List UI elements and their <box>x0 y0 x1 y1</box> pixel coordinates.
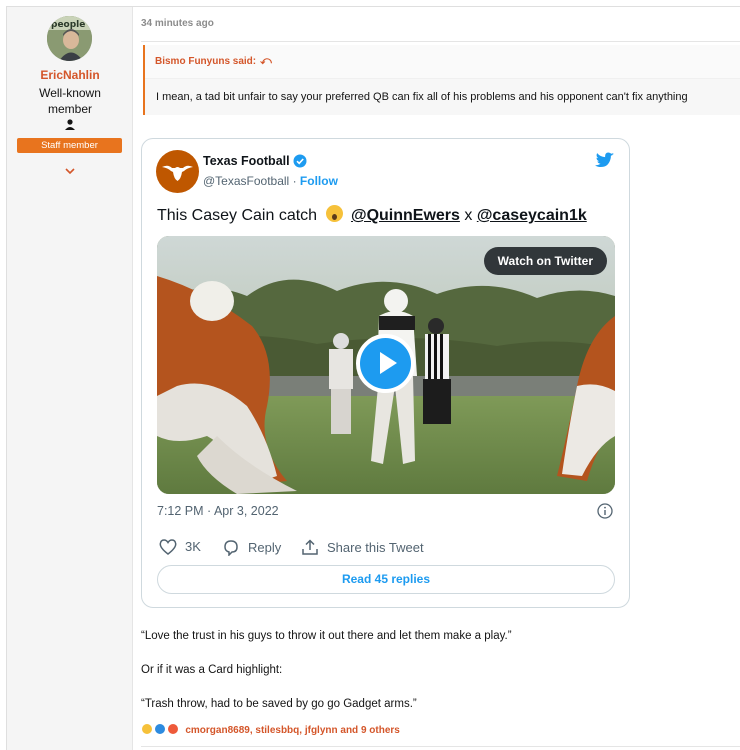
post-body: 34 minutes ago Bismo Funyuns said: ⤺ I me… <box>134 7 740 750</box>
laugh-emoji-icon[interactable] <box>141 723 153 735</box>
reaction-users[interactable]: cmorgan8689, stilesbbq, jfglynn and 9 ot… <box>185 725 400 736</box>
message-line-1: “Love the trust in his guys to throw it … <box>141 630 512 642</box>
user-title-line2: member <box>47 102 92 116</box>
username-link[interactable]: EricNahlin <box>7 68 133 82</box>
reply-label: Reply <box>248 540 282 555</box>
post-timestamp[interactable]: 34 minutes ago <box>141 18 214 29</box>
quote-block: Bismo Funyuns said: ⤺ I mean, a tad bit u… <box>143 45 740 115</box>
tweet-handle[interactable]: @TexasFootball <box>203 174 289 188</box>
user-sidebar: people EricNahlin Well-known member Staf… <box>7 7 133 750</box>
tweet-handle-row: @TexasFootball · Follow <box>203 174 338 188</box>
message-frame: people EricNahlin Well-known member Staf… <box>6 6 740 750</box>
share-label: Share this Tweet <box>327 540 424 555</box>
svg-text:people: people <box>51 20 85 30</box>
like-icon[interactable] <box>153 723 166 735</box>
love-emoji-icon[interactable] <box>166 723 179 735</box>
verified-badge-icon <box>293 154 307 168</box>
tweet-author-name[interactable]: Texas Football <box>203 154 290 168</box>
follow-link[interactable]: Follow <box>300 174 338 188</box>
twitter-bird-icon[interactable] <box>595 152 615 169</box>
like-count: 3K <box>185 539 201 554</box>
tweet-date[interactable]: 7:12 PM · Apr 3, 2022 <box>157 504 279 518</box>
play-button-icon[interactable] <box>356 334 415 393</box>
mention-quinnewers[interactable]: @QuinnEwers <box>351 207 460 224</box>
tweet-text-prefix: This Casey Cain catch <box>157 207 318 224</box>
astonished-emoji-icon <box>325 205 343 222</box>
share-action[interactable]: Share this Tweet <box>301 539 424 556</box>
quote-header[interactable]: Bismo Funyuns said: ⤺ <box>145 45 740 79</box>
divider <box>141 41 740 42</box>
heart-icon <box>159 539 177 555</box>
quote-text: I mean, a tad bit unfair to say your pre… <box>145 79 740 115</box>
mention-caseycain1k[interactable]: @caseycain1k <box>477 207 587 224</box>
reply-bubble-icon <box>224 540 238 557</box>
message-line-2: Or if it was a Card highlight: <box>141 664 283 676</box>
user-role-icon <box>65 119 75 130</box>
user-title: Well-known member <box>7 85 133 117</box>
read-replies-button[interactable]: Read 45 replies <box>157 565 615 594</box>
tweet-embed[interactable]: Texas Football @TexasFootball · Follow T… <box>141 138 630 608</box>
user-title-line1: Well-known <box>39 86 101 100</box>
tweet-text-joiner: x <box>464 207 473 224</box>
watch-on-twitter-button[interactable]: Watch on Twitter <box>483 247 607 275</box>
chevron-down-icon[interactable] <box>63 165 77 177</box>
divider <box>141 746 740 747</box>
share-icon <box>302 539 318 555</box>
texas-longhorn-logo[interactable] <box>156 150 199 193</box>
info-icon[interactable] <box>597 503 613 519</box>
tweet-video[interactable]: Watch on Twitter <box>157 236 615 494</box>
message-line-3: “Trash throw, had to be saved by go go G… <box>141 698 417 710</box>
separator-dot: · <box>292 174 297 188</box>
quote-jump-icon[interactable]: ⤺ <box>260 55 272 67</box>
reply-action[interactable]: Reply <box>222 539 282 557</box>
like-action[interactable]: 3K <box>159 539 201 555</box>
user-avatar[interactable]: people <box>47 16 92 61</box>
tweet-text: This Casey Cain catch @QuinnEwers x @cas… <box>157 205 587 225</box>
staff-badge: Staff member <box>17 138 122 153</box>
reaction-bar: cmorgan8689, stilesbbq, jfglynn and 9 ot… <box>141 723 400 736</box>
quote-author[interactable]: Bismo Funyuns said: <box>155 56 256 67</box>
